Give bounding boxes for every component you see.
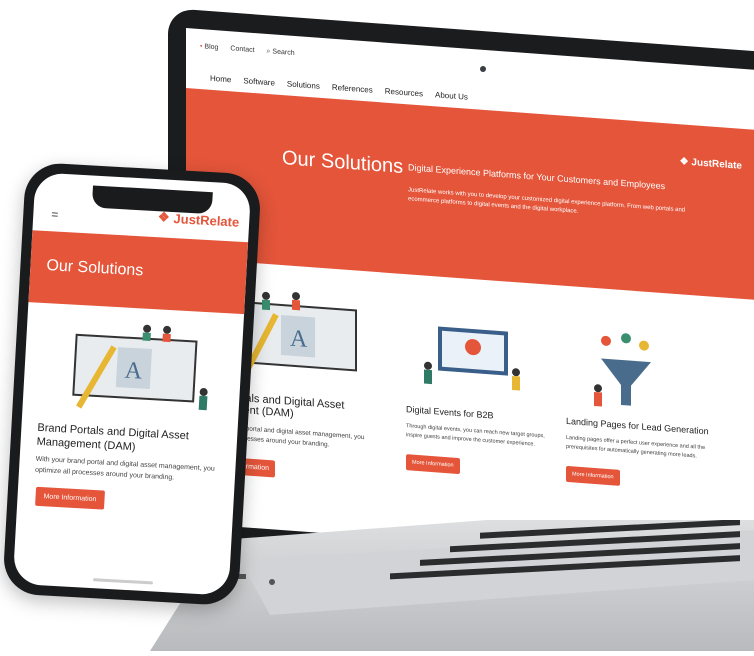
more-info-button[interactable]: More Information [406,453,460,474]
card-text: Landing pages offer a perfect user exper… [566,434,706,460]
landing-illustration [594,333,651,407]
phone-dam-illustration: A [72,324,208,411]
utility-search[interactable]: ⌕ Search [267,48,295,58]
phone-notch [91,185,213,215]
nav-resources[interactable]: Resources [385,87,423,99]
card-landing: Landing Pages for Lead Generation Landin… [566,416,716,493]
logo-icon: ❖ [679,156,689,168]
search-icon: ⌕ [266,47,271,56]
nav-software[interactable]: Software [243,76,275,87]
nav-references[interactable]: References [332,83,373,95]
svg-text:A: A [124,358,143,385]
card-title: Digital Events for B2B [406,404,494,421]
svg-text:A: A [290,326,308,353]
phone-card-text: With your brand portal and digital asset… [34,455,215,481]
more-info-button[interactable]: More Information [566,465,620,486]
phone-more-info-button[interactable]: More Information [35,486,105,510]
events-illustration [424,326,520,391]
home-indicator [92,578,154,585]
phone-card-title: Brand Portals and Digital Asset Manageme… [36,421,190,454]
nav-home[interactable]: Home [210,74,231,85]
logo-icon: ❖ [157,209,171,225]
menu-icon[interactable]: = [51,207,59,221]
card-text: Through digital events, you can reach ne… [406,423,545,448]
utility-link-blog[interactable]: • Blog [200,43,218,52]
card-events: Digital Events for B2B Through digital e… [406,404,556,481]
utility-nav: • Blog Contact ⌕ Search [200,43,295,58]
nav-about[interactable]: About Us [435,90,468,101]
camera-icon [480,66,486,72]
nav-solutions[interactable]: Solutions [287,79,320,90]
phone-logo[interactable]: ❖ JustRelate [157,209,240,230]
phone-screen: = ❖ JustRelate Our Solutions A Brand Por… [12,172,252,596]
laptop-screen: • Blog Contact ⌕ Search Home Software So… [186,28,754,565]
utility-link-contact[interactable]: Contact [230,45,254,55]
phone-device: = ❖ JustRelate Our Solutions A Brand Por… [2,161,262,607]
